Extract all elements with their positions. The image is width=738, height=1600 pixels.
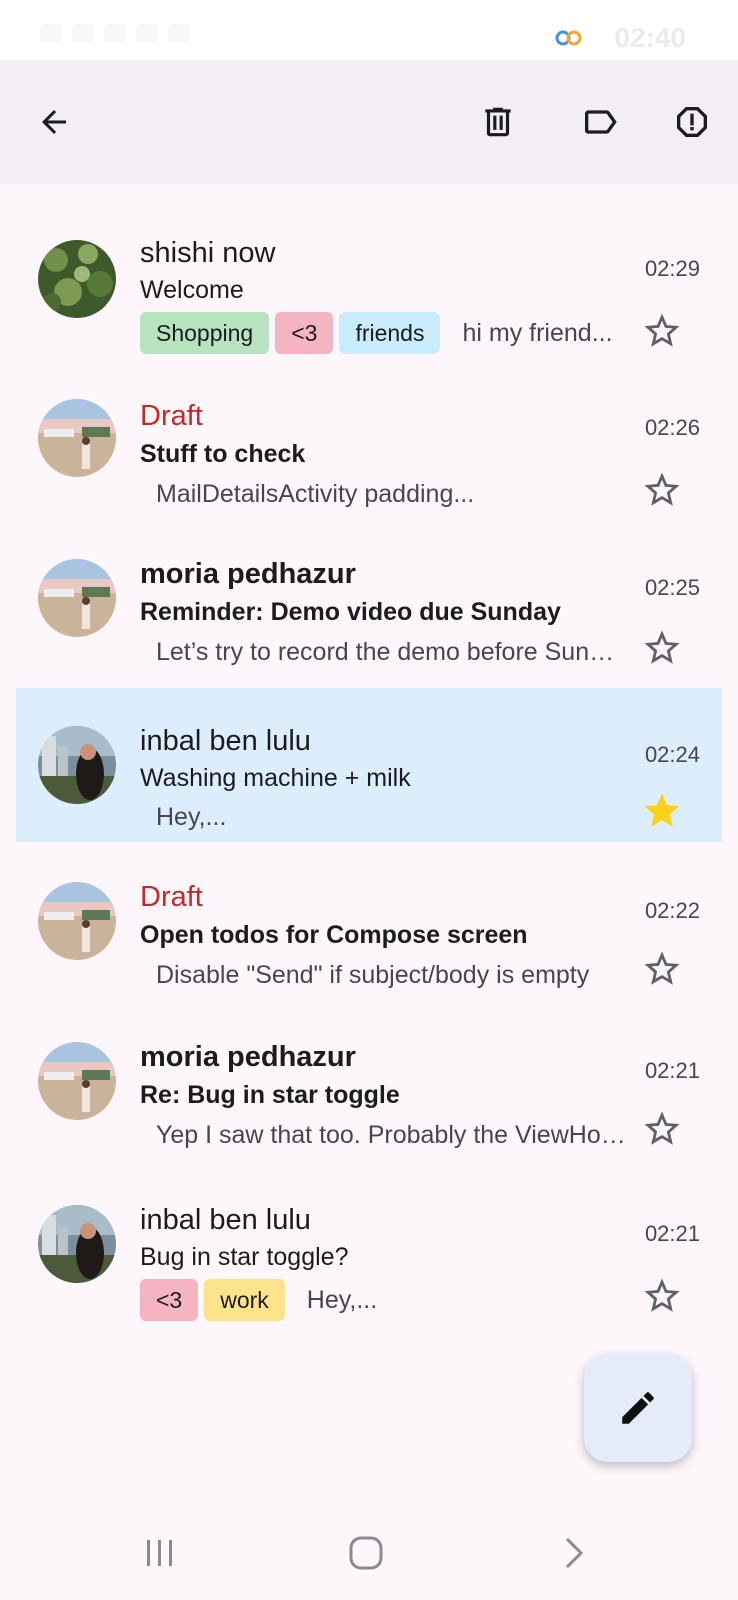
email-time: 02:25: [644, 575, 700, 600]
email-subject: Open todos for Compose screen: [140, 921, 528, 949]
email-sender-draft: Draft: [140, 400, 203, 432]
avatar: [38, 1042, 116, 1120]
avatar: [38, 882, 116, 960]
tag-chip[interactable]: <3: [140, 1279, 199, 1321]
tag-chip[interactable]: <3: [275, 312, 334, 354]
avatar: [38, 726, 116, 804]
tag-chip[interactable]: friends: [339, 312, 441, 354]
email-row[interactable]: Draft Stuff to check MailDetailsActivity…: [16, 361, 722, 515]
email-subject: Welcome: [140, 276, 244, 304]
pencil-icon: [622, 1392, 654, 1424]
avatar: [38, 240, 116, 318]
report-button[interactable]: [662, 92, 722, 152]
label-icon: [585, 110, 617, 134]
email-time: 02:21: [644, 1221, 700, 1246]
email-preview: Let’s try to record the demo before Sund…: [156, 638, 626, 666]
avatar: [38, 559, 116, 637]
star-outline-icon[interactable]: [641, 627, 683, 669]
email-preview: MailDetailsActivity padding...: [156, 480, 475, 508]
recents-button[interactable]: [130, 1528, 190, 1578]
top-app-bar: [0, 60, 738, 184]
email-preview: Disable "Send" if subject/body is empty: [156, 961, 590, 989]
email-subject: Stuff to check: [140, 440, 306, 468]
email-row[interactable]: inbal ben lulu Bug in star toggle? <3 wo…: [16, 1167, 722, 1321]
status-icons: [40, 24, 210, 46]
email-subject: Washing machine + milk: [140, 764, 411, 792]
system-nav-bar: [0, 1506, 738, 1600]
star-filled-icon[interactable]: [641, 790, 683, 832]
status-bar: 02:40: [0, 0, 738, 60]
trash-icon: [485, 107, 511, 137]
delete-button[interactable]: [468, 92, 528, 152]
email-subject: Reminder: Demo video due Sunday: [140, 598, 561, 626]
email-time: 02:22: [644, 898, 700, 923]
email-sender: inbal ben lulu: [140, 1204, 311, 1236]
star-outline-icon[interactable]: [641, 469, 683, 511]
email-sender: shishi now: [140, 237, 276, 269]
email-row[interactable]: shishi now Welcome Shopping <3 friends h…: [16, 200, 722, 354]
email-sender: moria pedhazur: [140, 558, 356, 590]
recents-icon: [147, 1540, 172, 1566]
email-preview: hi my friend...: [462, 318, 613, 347]
email-row-selected[interactable]: inbal ben lulu Washing machine + milk He…: [16, 688, 722, 842]
compose-button[interactable]: [584, 1354, 692, 1462]
email-preview: Hey,...: [156, 803, 227, 831]
tag-chip[interactable]: Shopping: [140, 312, 270, 354]
home-icon: [349, 1536, 383, 1570]
avatar: [38, 1205, 116, 1283]
email-time: 02:29: [644, 256, 700, 281]
arrow-back-icon: [42, 110, 66, 134]
avatar: [38, 399, 116, 477]
email-row[interactable]: moria pedhazur Re: Bug in star toggle Ye…: [16, 1004, 722, 1158]
email-time: 02:26: [644, 415, 700, 440]
email-subject: Bug in star toggle?: [140, 1243, 349, 1271]
status-time: 02:40: [614, 22, 686, 53]
nav-back-icon: [565, 1537, 584, 1569]
nav-back-button[interactable]: [544, 1528, 604, 1578]
email-sender: inbal ben lulu: [140, 725, 311, 757]
home-button[interactable]: [336, 1528, 396, 1578]
email-time: 02:24: [644, 742, 700, 767]
email-preview: Hey,...: [306, 1285, 378, 1314]
star-outline-icon[interactable]: [641, 948, 683, 990]
email-preview: Yep I saw that too. Probably the ViewHol…: [156, 1121, 626, 1149]
label-button[interactable]: [570, 92, 630, 152]
star-outline-icon[interactable]: [641, 310, 683, 352]
email-tags: Shopping <3 friends hi my friend...: [140, 312, 613, 354]
star-outline-icon[interactable]: [641, 1108, 683, 1150]
email-row[interactable]: moria pedhazur Reminder: Demo video due …: [16, 521, 722, 675]
email-time: 02:21: [644, 1058, 700, 1083]
email-sender: moria pedhazur: [140, 1041, 356, 1073]
email-sender-draft: Draft: [140, 881, 203, 913]
star-outline-icon[interactable]: [641, 1275, 683, 1317]
tag-chip[interactable]: work: [204, 1279, 285, 1321]
status-rings-icon: [555, 30, 582, 46]
report-icon: [677, 107, 707, 137]
email-subject: Re: Bug in star toggle: [140, 1081, 400, 1109]
email-row[interactable]: Draft Open todos for Compose screen Disa…: [16, 844, 722, 998]
back-button[interactable]: [24, 92, 84, 152]
email-tags: <3 work Hey,...: [140, 1279, 377, 1321]
